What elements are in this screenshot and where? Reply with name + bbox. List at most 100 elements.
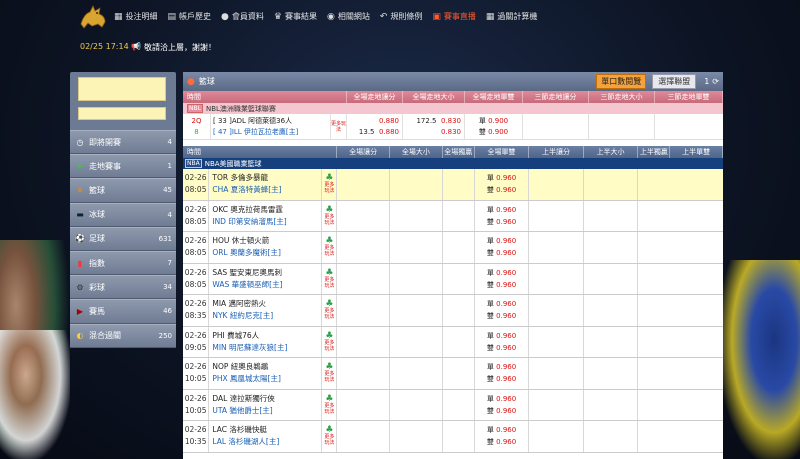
h1-ml-cell[interactable] [638,232,670,263]
sidebar-item-2[interactable]: ✕ 籃球 45 [70,178,176,203]
more-bets-link[interactable]: ♣ 更多玩法 [322,295,338,326]
refresh-icon[interactable]: ⟳ [712,77,719,86]
nav-item-6[interactable]: ▣ 賽事直播 [432,11,476,22]
h1-hdp-cell[interactable] [529,421,584,452]
live-q3-ou[interactable] [589,114,655,139]
ft-ou-cell[interactable] [390,232,443,263]
nav-item-3[interactable]: ♛ 賽事結果 [274,11,317,22]
sidebar-item-3[interactable]: ▬ 冰球 4 [70,202,176,227]
more-bets-link[interactable]: ♣ 更多玩法 [322,326,338,357]
h1-ou-cell[interactable] [584,358,639,389]
ft-ou-cell[interactable] [390,263,443,294]
h1-oe-cell[interactable] [670,390,723,421]
h1-ml-cell[interactable] [638,390,670,421]
live-more-link[interactable]: 更多玩法 [331,114,347,139]
ft-ou-cell[interactable] [390,169,443,200]
ft-ml-cell[interactable] [443,358,475,389]
h1-oe-cell[interactable] [670,232,723,263]
h1-oe-cell[interactable] [670,358,723,389]
ft-oe-cell[interactable]: 單 0.960 雙 0.960 [475,421,530,452]
ft-ou-cell[interactable] [390,295,443,326]
ft-ml-cell[interactable] [443,169,475,200]
ft-oe-cell[interactable]: 單 0.960 雙 0.960 [475,232,530,263]
h1-oe-cell[interactable] [670,421,723,452]
h1-ou-cell[interactable] [584,263,639,294]
h1-oe-cell[interactable] [670,295,723,326]
live-ou-cell[interactable]: 172.5 0.830 0.830 [403,114,465,139]
sidebar-item-8[interactable]: ◐ 混合過關 250 [70,323,176,348]
ft-hdp-cell[interactable] [337,232,391,263]
ft-oe-cell[interactable]: 單 0.960 雙 0.960 [475,358,530,389]
h1-ml-cell[interactable] [638,169,670,200]
sidebar-item-7[interactable]: ▶ 賽馬 46 [70,299,176,324]
ft-ml-cell[interactable] [443,200,475,231]
h1-hdp-cell[interactable] [529,232,584,263]
ft-hdp-cell[interactable] [337,200,391,231]
ft-ml-cell[interactable] [443,232,475,263]
ft-hdp-cell[interactable] [337,169,391,200]
h1-hdp-cell[interactable] [529,358,584,389]
ft-ml-cell[interactable] [443,389,475,420]
h1-ou-cell[interactable] [584,295,639,326]
ft-ml-cell[interactable] [443,295,475,326]
more-bets-link[interactable]: ♣ 更多玩法 [322,263,338,294]
ft-ou-cell[interactable] [390,358,443,389]
ft-hdp-cell[interactable] [337,421,391,452]
h1-oe-cell[interactable] [670,327,723,358]
sidebar-item-4[interactable]: ⚽ 足球 631 [70,226,176,251]
ft-ou-cell[interactable] [390,389,443,420]
more-bets-link[interactable]: ♣ 更多玩法 [322,200,338,231]
more-bets-link[interactable]: ♣ 更多玩法 [322,421,338,452]
ft-oe-cell[interactable]: 單 0.960 雙 0.960 [475,326,530,357]
more-bets-link[interactable]: ♣ 更多玩法 [322,169,338,200]
h1-ml-cell[interactable] [638,264,670,295]
ft-hdp-cell[interactable] [337,295,391,326]
live-q3-hdp[interactable] [523,114,589,139]
ft-oe-cell[interactable]: 單 0.960 雙 0.960 [475,263,530,294]
h1-hdp-cell[interactable] [529,326,584,357]
ft-ml-cell[interactable] [443,263,475,294]
live-oe-cell[interactable]: 單 0.900 雙 0.900 [465,114,523,139]
sidebar-item-5[interactable]: ▮ 指數 7 [70,250,176,276]
ft-hdp-cell[interactable] [337,358,391,389]
h1-ou-cell[interactable] [584,389,639,420]
h1-hdp-cell[interactable] [529,389,584,420]
h1-ml-cell[interactable] [638,421,670,452]
game-league-header[interactable]: NBA NBA美國職業籃球 [183,158,723,169]
select-league-button[interactable]: 選擇聯盟 [652,74,697,89]
sidebar-item-6[interactable]: ⚙ 彩球 34 [70,275,176,300]
h1-ou-cell[interactable] [584,326,639,357]
h1-oe-cell[interactable] [670,201,723,232]
sidebar-item-0[interactable]: ◷ 即將開賽 4 [70,130,176,155]
username-field[interactable] [78,77,166,101]
ft-ml-cell[interactable] [443,421,475,452]
nav-item-2[interactable]: ● 會員資料 [221,11,264,22]
nav-item-0[interactable]: ▦ 投注明細 [114,11,158,22]
h1-ml-cell[interactable] [638,295,670,326]
h1-hdp-cell[interactable] [529,295,584,326]
nav-item-4[interactable]: ◉ 相關網站 [327,11,370,22]
h1-ou-cell[interactable] [584,232,639,263]
refresh-control[interactable]: 1 ⟳ [704,77,719,86]
ft-oe-cell[interactable]: 單 0.960 雙 0.960 [475,389,530,420]
ft-oe-cell[interactable]: 單 0.960 雙 0.960 [475,295,530,326]
h1-ml-cell[interactable] [638,358,670,389]
h1-ml-cell[interactable] [638,201,670,232]
live-hdp-cell[interactable]: 0.880 13.5 0.880 [347,114,403,139]
live-q3-oe[interactable] [655,114,723,139]
single-view-button[interactable]: 單口數閱覽 [596,74,647,89]
h1-hdp-cell[interactable] [529,200,584,231]
h1-oe-cell[interactable] [670,264,723,295]
h1-ml-cell[interactable] [638,327,670,358]
sidebar-item-1[interactable]: ➤ 走地賽事 1 [70,154,176,179]
more-bets-link[interactable]: ♣ 更多玩法 [322,232,338,263]
ft-oe-cell[interactable]: 單 0.960 雙 0.960 [475,200,530,231]
ft-hdp-cell[interactable] [337,389,391,420]
more-bets-link[interactable]: ♣ 更多玩法 [322,358,338,389]
h1-ou-cell[interactable] [584,169,639,200]
h1-hdp-cell[interactable] [529,263,584,294]
live-league-header[interactable]: NBL NBL澳洲職業籃球聯賽 [183,103,723,114]
h1-ou-cell[interactable] [584,421,639,452]
ft-hdp-cell[interactable] [337,263,391,294]
h1-hdp-cell[interactable] [529,169,584,200]
